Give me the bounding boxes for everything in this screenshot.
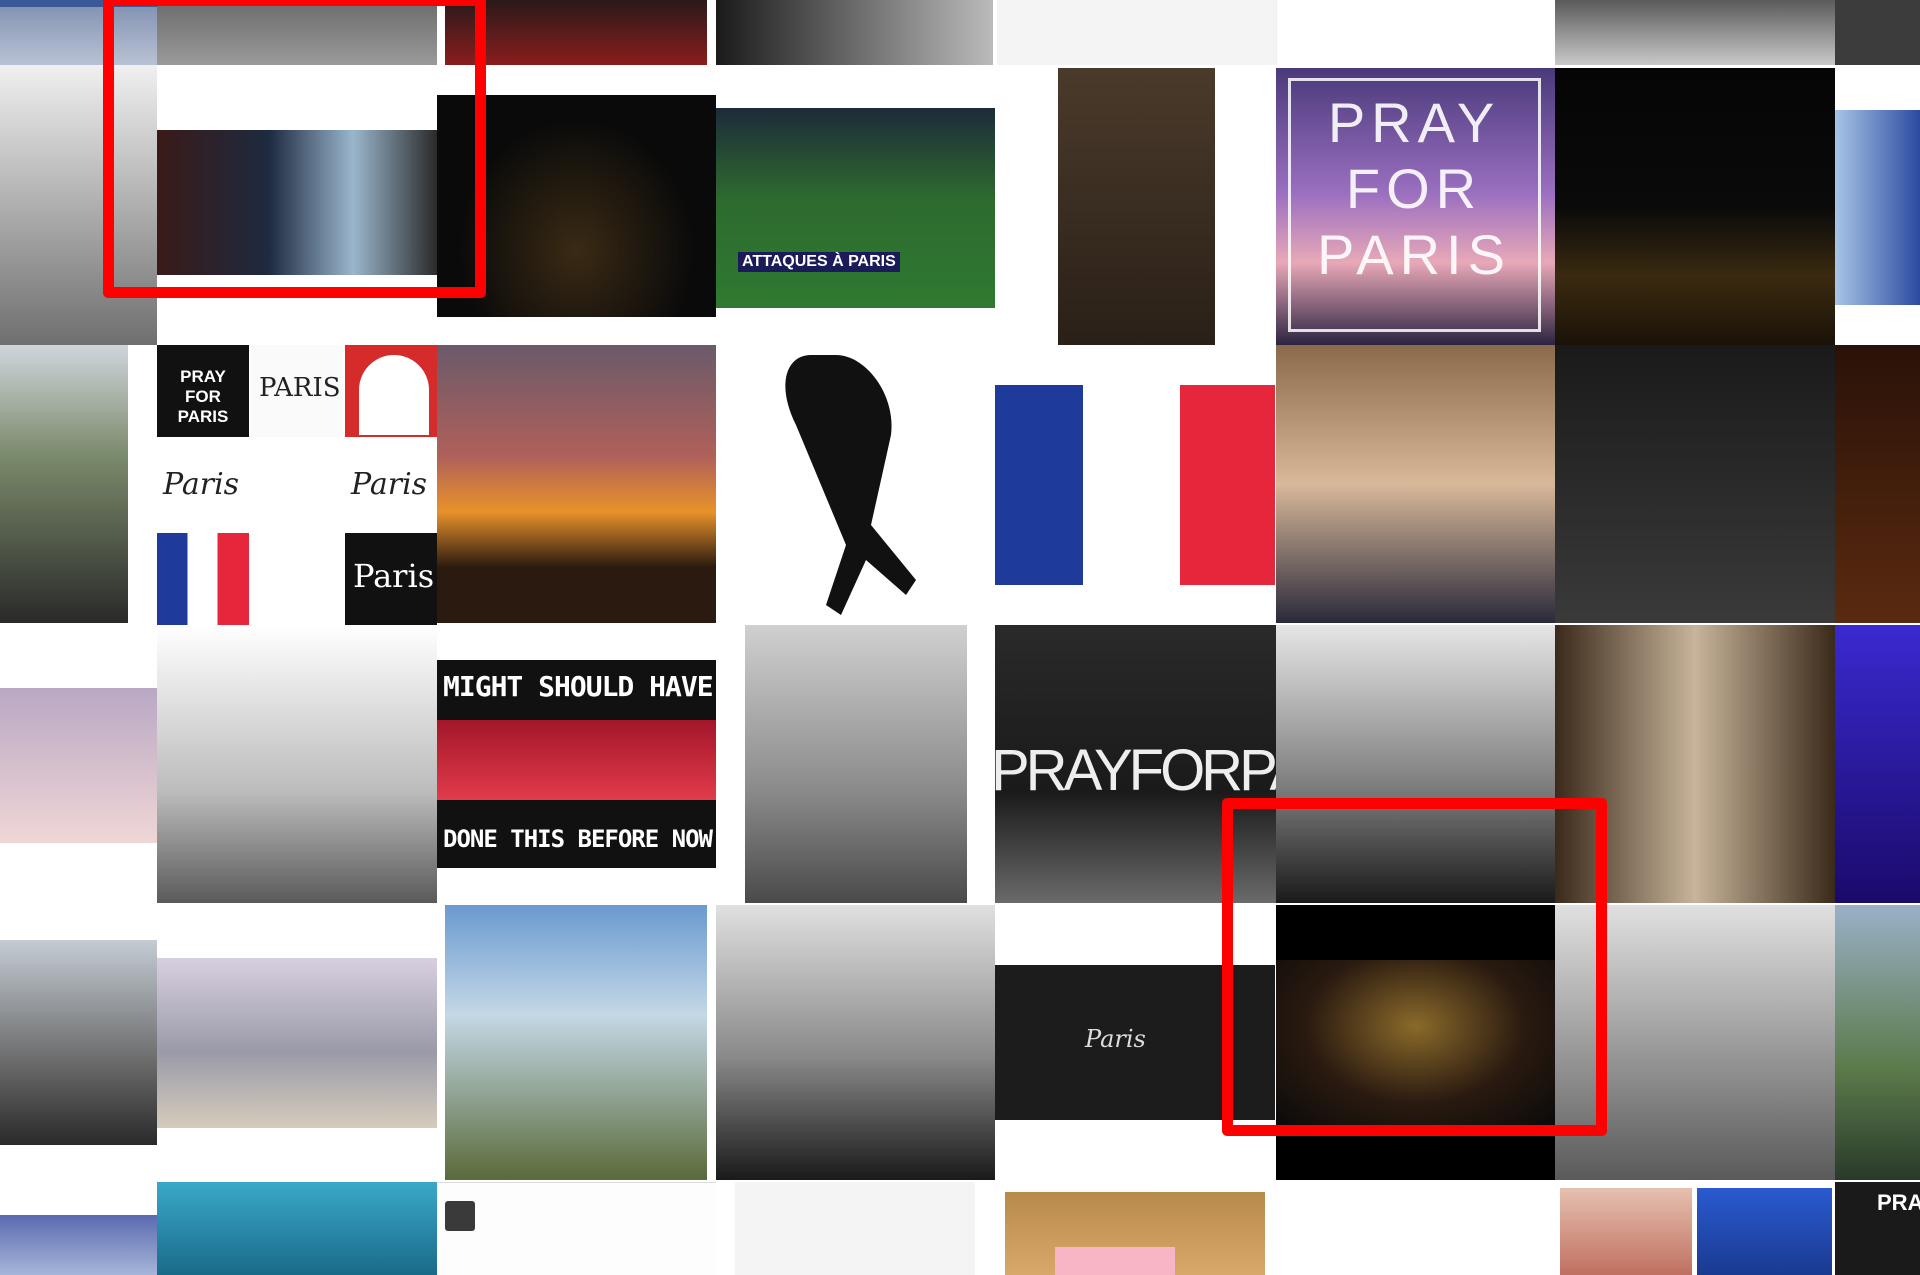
grid-image[interactable] <box>1555 625 1835 903</box>
grid-image[interactable] <box>445 905 707 1180</box>
grid-image[interactable] <box>1058 68 1215 346</box>
grid-image[interactable]: ATTAQUES À PARIS <box>716 108 995 308</box>
black-ribbon-image[interactable] <box>716 345 995 623</box>
collage-caption: Paris <box>163 467 240 502</box>
grid-image[interactable]: PRAY FOR PARIS <box>1276 68 1555 346</box>
grid-image[interactable] <box>157 0 437 65</box>
grid-image[interactable] <box>157 130 437 275</box>
grid-image[interactable] <box>1276 1182 1555 1275</box>
grid-image[interactable] <box>0 0 157 65</box>
grid-image[interactable] <box>1835 625 1920 903</box>
collage-caption: Paris <box>353 557 435 595</box>
paris-sign-image[interactable]: Paris <box>995 965 1275 1120</box>
grid-image[interactable] <box>1835 0 1920 65</box>
grid-image[interactable] <box>1276 905 1555 1180</box>
french-flag-image[interactable] <box>995 345 1275 623</box>
pray-for-paris-title: PRAY FOR PARIS <box>1317 91 1511 286</box>
grid-image[interactable]: PRAY <box>1835 1182 1920 1275</box>
grid-image[interactable] <box>1555 905 1835 1180</box>
grid-image[interactable] <box>437 1182 716 1275</box>
grid-image[interactable] <box>1276 0 1556 65</box>
grid-image[interactable] <box>1835 110 1920 305</box>
grid-image[interactable] <box>1555 0 1835 65</box>
grid-image[interactable] <box>445 0 707 65</box>
ribbon-icon <box>785 355 916 615</box>
grid-image[interactable] <box>0 1215 157 1275</box>
pray-caption: PRAY <box>1877 1190 1920 1215</box>
news-caption: DONE THIS BEFORE NOW. <box>443 825 716 853</box>
grid-image[interactable] <box>1697 1188 1832 1275</box>
grid-image[interactable] <box>0 65 157 345</box>
grid-image[interactable] <box>716 905 995 1180</box>
grid-image[interactable] <box>735 1182 975 1275</box>
grid-image[interactable] <box>157 958 437 1128</box>
pray-for-paris-collage[interactable]: PRAY FOR PARIS PARIS Paris Paris Paris <box>157 345 437 625</box>
grid-image[interactable]: PRAYFORPAR <box>995 625 1276 903</box>
grid-image[interactable] <box>1555 68 1835 346</box>
grid-image[interactable]: MIGHT SHOULD HAVE DONE THIS BEFORE NOW. <box>437 660 716 868</box>
sign-caption: Paris <box>1085 1025 1146 1053</box>
grid-image[interactable] <box>1555 345 1835 623</box>
grid-image[interactable] <box>716 0 993 65</box>
grid-image[interactable] <box>1560 1188 1692 1275</box>
grid-image[interactable] <box>997 0 1276 65</box>
news-caption: MIGHT SHOULD HAVE <box>443 670 714 703</box>
browser-toolbar-strip <box>0 0 178 7</box>
grid-image[interactable] <box>0 688 157 843</box>
grid-image[interactable] <box>1835 345 1920 623</box>
grid-image[interactable] <box>1835 905 1920 1180</box>
grid-image[interactable] <box>437 345 716 623</box>
collage-caption: PRAY FOR PARIS <box>177 367 229 426</box>
grid-image[interactable] <box>1276 345 1555 623</box>
grid-image[interactable] <box>1276 625 1555 903</box>
grid-image[interactable] <box>437 95 716 317</box>
grid-image[interactable] <box>157 625 437 903</box>
pray-for-paris-banner: PRAYFORPAR <box>995 738 1276 803</box>
collage-caption: Paris <box>351 467 428 502</box>
grid-image[interactable] <box>0 940 157 1145</box>
grid-image[interactable] <box>1005 1192 1265 1275</box>
grid-image[interactable] <box>0 345 128 623</box>
news-caption: ATTAQUES À PARIS <box>738 252 900 272</box>
collage-caption: PARIS <box>259 373 341 403</box>
image-grid: ATTAQUES À PARIS PRAY FOR PARIS PRAY FOR… <box>0 0 1920 1275</box>
grid-image[interactable] <box>745 625 967 903</box>
grid-image[interactable] <box>157 1182 437 1275</box>
